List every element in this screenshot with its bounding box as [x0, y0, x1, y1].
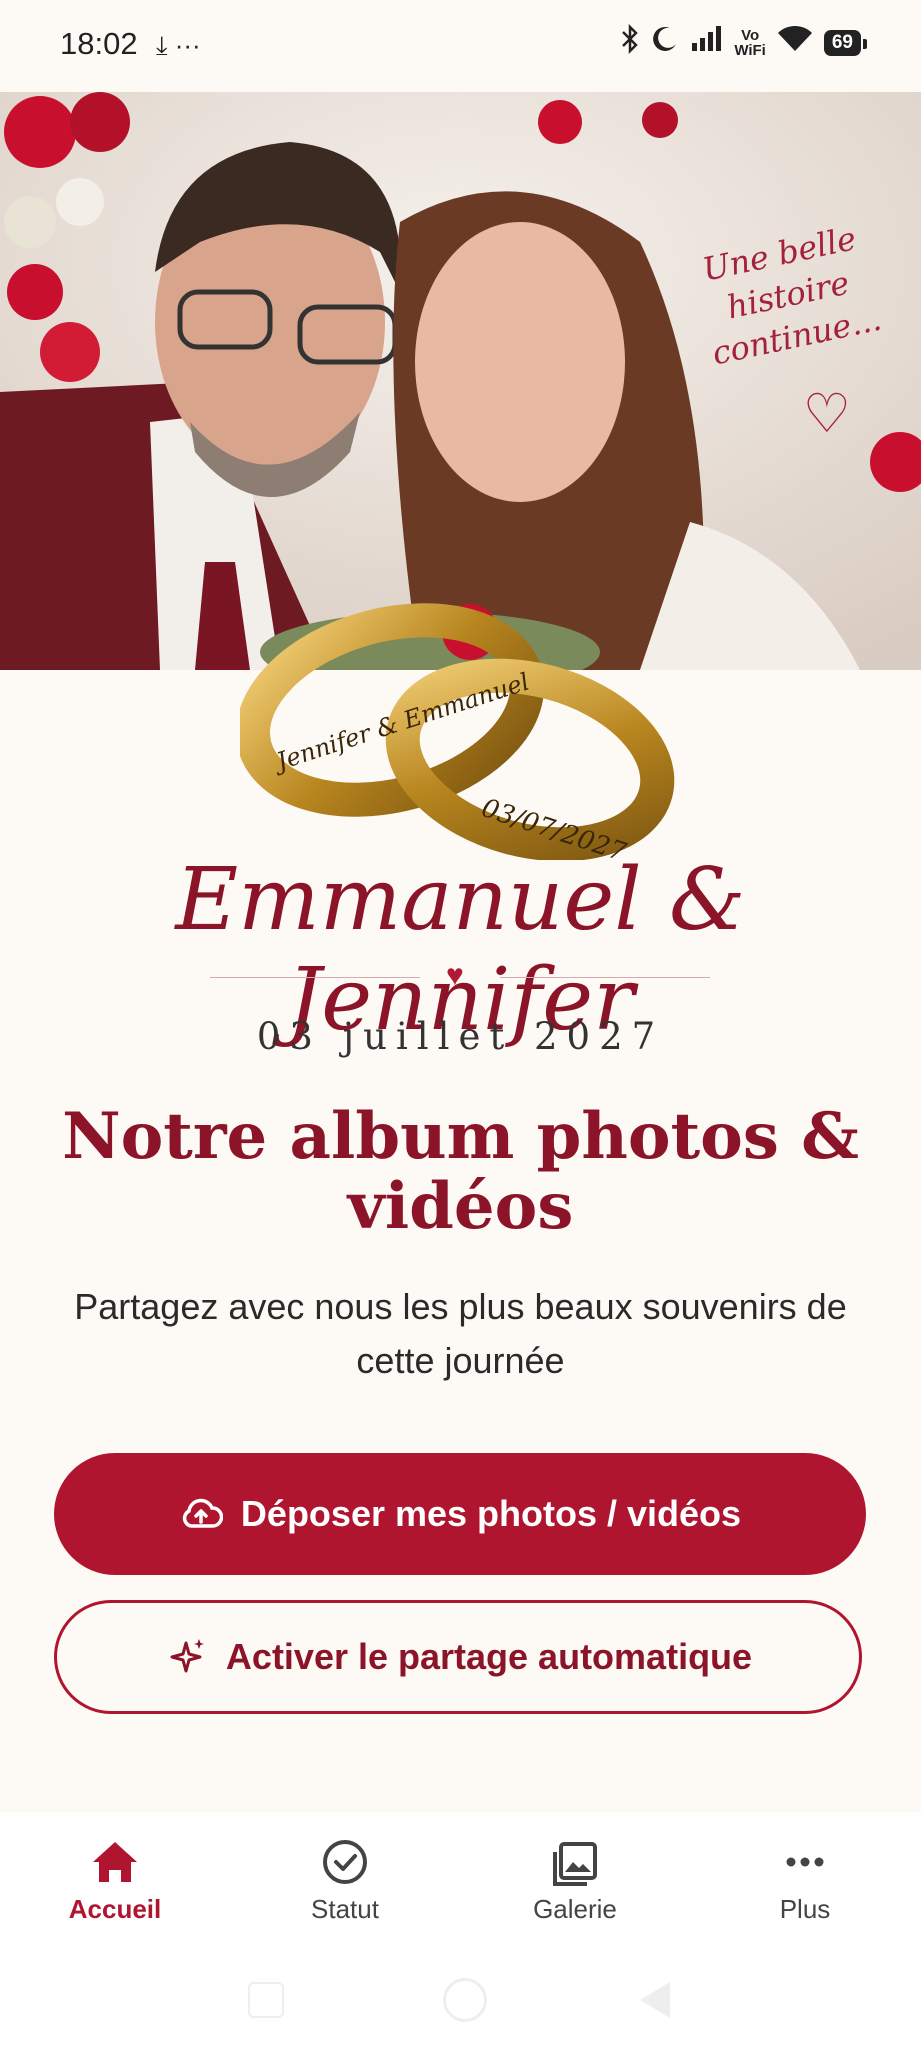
page-title: Notre album photos & vidéos [62, 1099, 859, 1244]
auto-share-button[interactable]: Activer le partage automatique [54, 1600, 862, 1714]
bluetooth-icon [620, 23, 640, 61]
battery-indicator: 69 [823, 29, 868, 56]
nav-item-statut[interactable]: Statut [255, 1832, 435, 1925]
bottom-navigation: Accueil Statut Galerie Plus [0, 1812, 921, 1962]
nav-label-plus: Plus [779, 1894, 831, 1924]
system-navigation-bar [0, 1962, 921, 2048]
vowifi-indicator: Vo WiFi [734, 26, 766, 59]
status-icons: Vo WiFi 69 [620, 23, 868, 61]
status-bar: 18:02 ⤓ ··· Vo WiFi 69 [0, 0, 921, 92]
more-icon [786, 1857, 824, 1867]
sparkles-icon [170, 1639, 204, 1673]
download-notification-icon: ⤓ ··· [156, 30, 201, 60]
recent-apps-icon[interactable] [248, 1982, 284, 2018]
divider: ♥ [210, 959, 710, 992]
couple-photo [0, 92, 921, 670]
wedding-date: 03 juillet 2027 [256, 1015, 665, 1058]
wifi-icon [776, 25, 814, 60]
gallery-icon [553, 1842, 597, 1886]
check-circle-icon [323, 1840, 367, 1884]
nav-label-accueil: Accueil [68, 1894, 162, 1924]
nav-item-accueil[interactable]: Accueil [25, 1832, 205, 1925]
nav-item-plus[interactable]: Plus [715, 1832, 895, 1925]
moon-icon [650, 24, 680, 61]
heart-outline-icon: ♡ [802, 384, 851, 444]
cloud-upload-icon [182, 1498, 223, 1528]
signal-icon [690, 25, 724, 60]
nav-label-statut: Statut [311, 1894, 379, 1924]
upload-media-label: Déposer mes photos / vidéos [240, 1493, 742, 1534]
page-subtitle: Partagez avec nous les plus beaux souven… [74, 1286, 847, 1381]
home-icon [93, 1842, 137, 1882]
auto-share-label: Activer le partage automatique [225, 1636, 753, 1677]
home-system-icon[interactable] [443, 1978, 487, 2022]
nav-label-galerie: Galerie [533, 1894, 617, 1924]
status-time: 18:02 [60, 26, 138, 61]
wedding-rings-image: Jennifer & Emmanuel 03/07/2027 [240, 603, 675, 860]
nav-item-galerie[interactable]: Galerie [485, 1832, 665, 1925]
upload-media-button[interactable]: Déposer mes photos / vidéos [54, 1453, 866, 1575]
back-icon[interactable] [640, 1982, 670, 2018]
hero-photo: Une belle histoire continue... ♡ [0, 92, 921, 670]
heart-icon: ♥ [446, 959, 464, 992]
